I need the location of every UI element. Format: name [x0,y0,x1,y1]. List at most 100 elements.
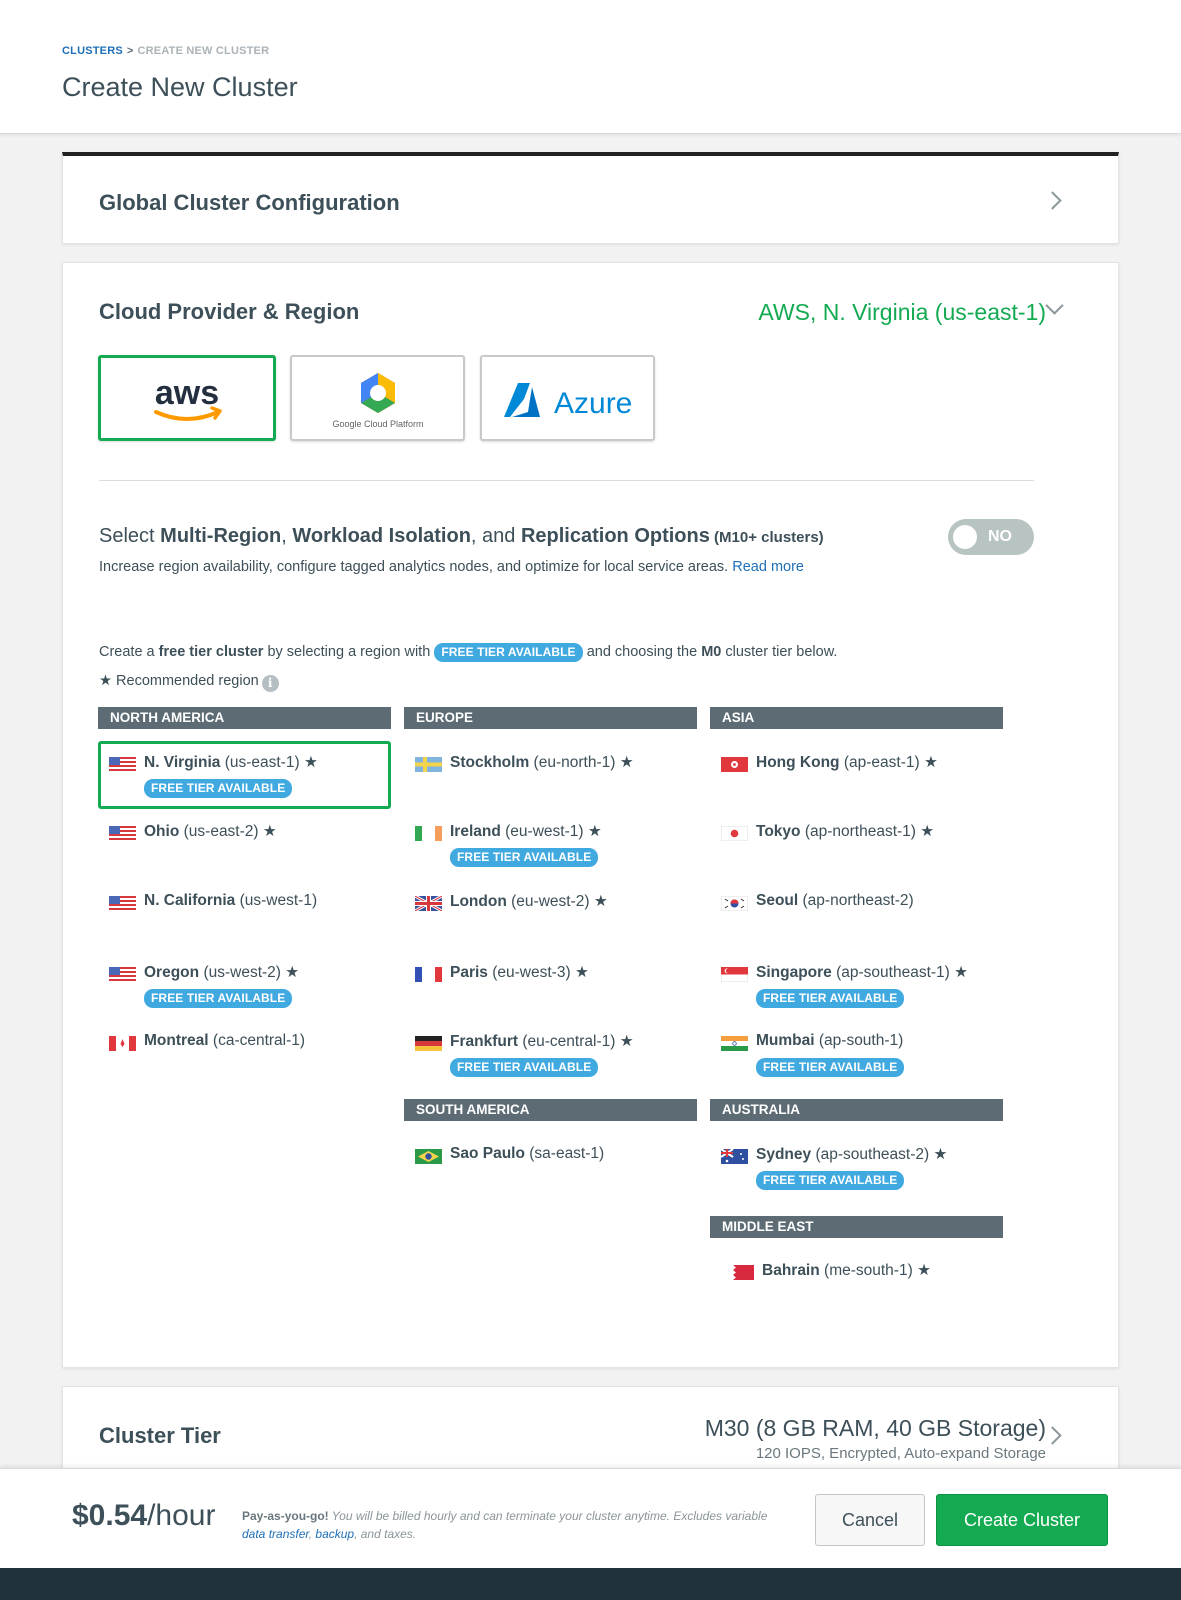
region-ohio[interactable]: Ohio (us-east-2) ★ [98,810,391,878]
region-frankfurt[interactable]: Frankfurt (eu-central-1) ★ FREE TIER AVA… [404,1020,697,1088]
region-sydney[interactable]: Sydney (ap-southeast-2) ★ FREE TIER AVAI… [710,1133,1003,1201]
singapore-flag-icon [721,967,748,982]
bottom-dark-bar [0,1568,1181,1600]
breadcrumb-separator: > [126,45,134,57]
region-group-asia: ASIA [710,707,1003,729]
region-n-virginia[interactable]: N. Virginia (us-east-1) ★ FREE TIER AVAI… [98,741,391,809]
breadcrumb-clusters-link[interactable]: CLUSTERS [62,45,123,57]
us-flag-icon [109,967,136,982]
global-cluster-configuration-section[interactable]: Global Cluster Configuration [62,152,1119,244]
region-hong-kong[interactable]: Hong Kong (ap-east-1) ★ [710,741,1003,809]
region-seoul[interactable]: Seoul (ap-northeast-2) [710,880,1003,948]
free-tier-info: Create a free tier cluster by selecting … [99,643,838,662]
chevron-down-icon[interactable] [1045,296,1064,315]
toggle-label: NO [988,528,1012,545]
star-icon: ★ [619,754,634,771]
star-icon: ★ [593,893,608,910]
us-flag-icon [109,826,136,841]
gcp-logo-text: Google Cloud Platform [332,419,423,429]
free-tier-badge: FREE TIER AVAILABLE [434,643,583,662]
canada-flag-icon [109,1036,136,1051]
japan-flag-icon [721,826,748,841]
star-icon: ★ [285,964,300,981]
cluster-tier-summary: M30 (8 GB RAM, 40 GB Storage) [704,1415,1046,1441]
region-group-australia: AUSTRALIA [710,1099,1003,1121]
free-tier-badge: FREE TIER AVAILABLE [756,1058,905,1077]
region-tokyo[interactable]: Tokyo (ap-northeast-1) ★ [710,810,1003,878]
multi-region-description: Increase region availability, configure … [99,559,804,575]
star-icon: ★ [574,964,589,981]
provider-azure-button[interactable]: Azure [480,355,655,441]
cloud-provider-region-section: Cloud Provider & Region AWS, N. Virginia… [62,262,1119,1368]
cluster-tier-details: 120 IOPS, Encrypted, Auto-expand Storage [755,1445,1046,1462]
cluster-tier-title: Cluster Tier [99,1423,221,1448]
aws-logo-text: aws [155,374,219,412]
region-paris[interactable]: Paris (eu-west-3) ★ [404,951,697,1019]
brazil-flag-icon [415,1149,442,1164]
region-stockholm[interactable]: Stockholm (eu-north-1) ★ [404,741,697,809]
hourly-price: $0.54/hour [72,1499,216,1532]
region-n-california[interactable]: N. California (us-west-1) [98,880,391,948]
info-icon[interactable]: i [261,675,279,692]
region-mumbai[interactable]: Mumbai (ap-south-1) FREE TIER AVAILABLE [710,1020,1003,1088]
region-london[interactable]: London (eu-west-2) ★ [404,880,697,948]
bahrain-flag-icon [727,1265,754,1280]
sweden-flag-icon [415,757,442,772]
region-bahrain[interactable]: Bahrain (me-south-1) ★ [710,1249,1003,1317]
star-icon: ★ [917,1262,931,1279]
region-singapore[interactable]: Singapore (ap-southeast-1) ★ FREE TIER A… [710,951,1003,1019]
aws-logo-icon: aws [154,374,222,421]
breadcrumb: CLUSTERS > CREATE NEW CLUSTER [62,45,269,57]
us-flag-icon [109,896,136,911]
backup-link[interactable]: backup [315,1527,354,1541]
free-tier-badge: FREE TIER AVAILABLE [756,989,905,1008]
google-cloud-logo-icon: Google Cloud Platform [332,373,424,429]
selected-region-summary[interactable]: AWS, N. Virginia (us-east-1) [758,299,1046,326]
provider-aws-button[interactable]: aws [98,355,276,441]
region-sao-paulo[interactable]: Sao Paulo (sa-east-1) [404,1133,697,1201]
star-icon: ★ [933,1146,948,1163]
star-icon: ★ [303,754,318,771]
ireland-flag-icon [415,826,442,841]
region-group-south-america: SOUTH AMERICA [404,1099,697,1121]
korea-flag-icon [721,896,748,911]
star-icon: ★ [954,964,969,981]
azure-logo-text: Azure [554,387,632,420]
star-icon: ★ [619,1033,634,1050]
create-cluster-button[interactable]: Create Cluster [936,1494,1108,1546]
star-icon: ★ [920,823,935,840]
free-tier-badge: FREE TIER AVAILABLE [756,1171,905,1190]
read-more-link[interactable]: Read more [732,559,804,575]
star-icon: ★ [923,754,938,771]
region-group-north-america: NORTH AMERICA [98,707,391,729]
breadcrumb-current: CREATE NEW CLUSTER [137,45,270,57]
multi-region-title: Select Multi-Region, Workload Isolation,… [99,525,824,547]
recommended-region-legend: ★ Recommended region i [99,673,279,692]
free-tier-badge: FREE TIER AVAILABLE [450,1058,599,1077]
region-montreal[interactable]: Montreal (ca-central-1) [98,1020,391,1088]
region-group-middle-east: MIDDLE EAST [710,1216,1003,1238]
azure-logo-icon: Azure [504,383,632,420]
star-icon: ★ [99,673,112,689]
region-group-europe: EUROPE [404,707,697,729]
india-flag-icon [721,1036,748,1051]
toggle-knob [953,525,977,549]
data-transfer-link[interactable]: data transfer [242,1527,309,1541]
chevron-right-icon [1043,1426,1062,1445]
free-tier-badge: FREE TIER AVAILABLE [450,848,599,867]
germany-flag-icon [415,1036,442,1051]
france-flag-icon [415,967,442,982]
page-title: Create New Cluster [62,72,298,102]
uk-flag-icon [415,896,442,911]
provider-gcp-button[interactable]: Google Cloud Platform [290,355,465,441]
section-divider [99,480,1034,481]
region-ireland[interactable]: Ireland (eu-west-1) ★ FREE TIER AVAILABL… [404,810,697,878]
global-config-title: Global Cluster Configuration [99,190,400,215]
region-oregon[interactable]: Oregon (us-west-2) ★ FREE TIER AVAILABLE [98,951,391,1019]
us-flag-icon [109,757,136,772]
australia-flag-icon [721,1149,748,1164]
billing-note: Pay-as-you-go! You will be billed hourly… [242,1509,768,1541]
free-tier-badge: FREE TIER AVAILABLE [144,779,293,798]
cancel-button[interactable]: Cancel [815,1494,925,1546]
multi-region-toggle[interactable]: NO [948,519,1034,555]
